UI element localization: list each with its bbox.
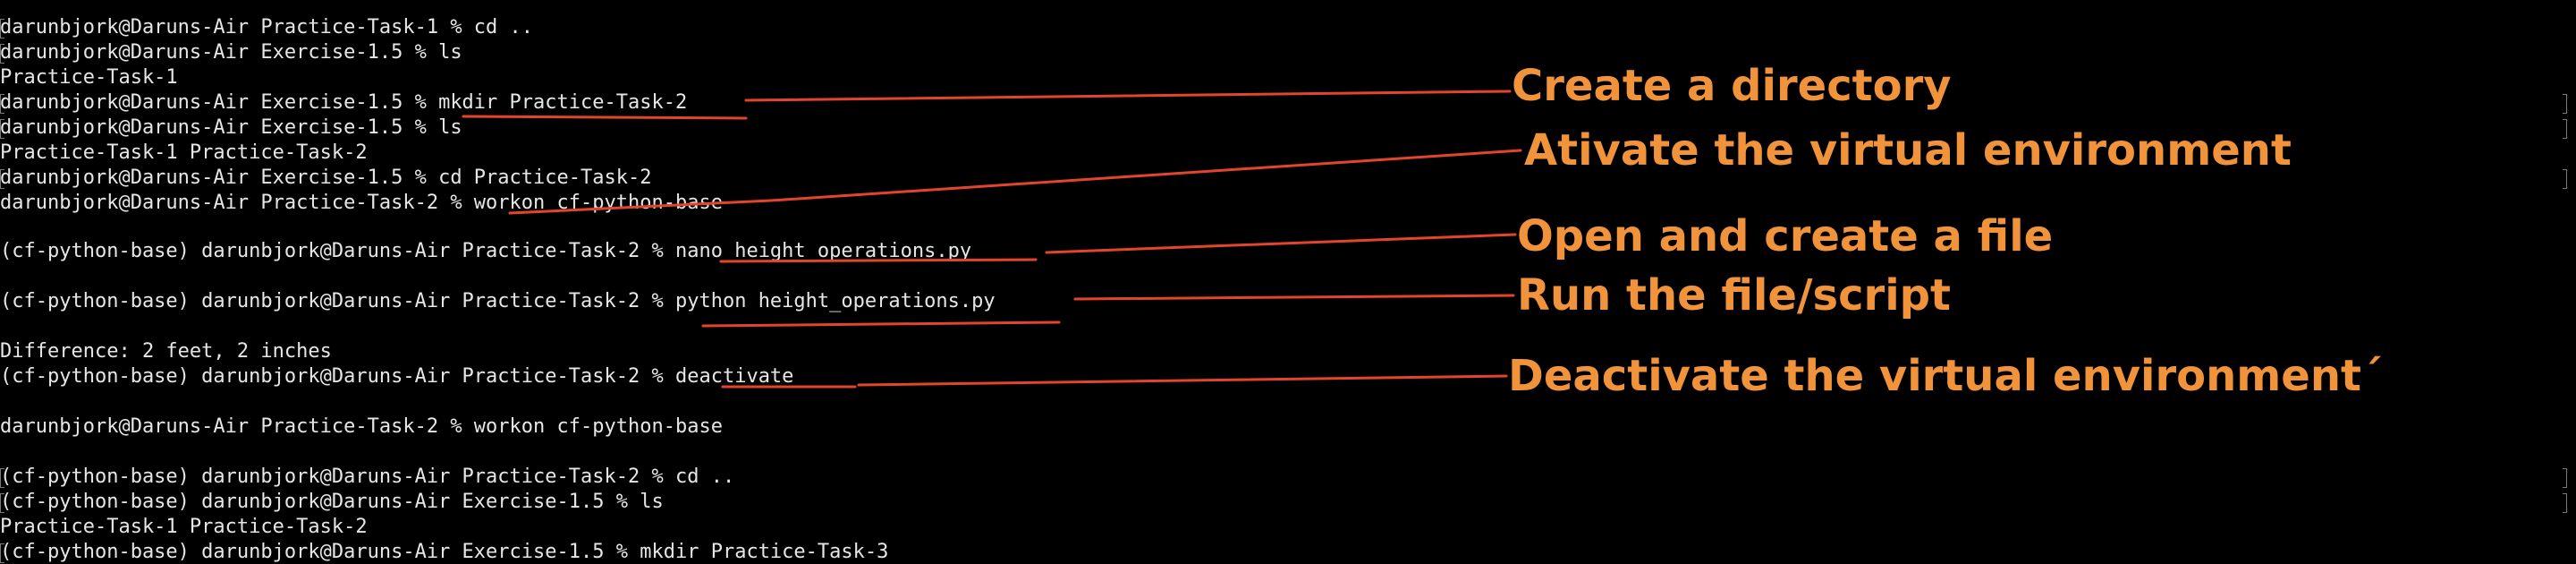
underline-python	[701, 320, 1061, 328]
underline-mkdir	[462, 115, 748, 120]
arrow-line-open-file	[1045, 233, 1517, 254]
annotation-create-directory: Create a directory	[1512, 61, 1952, 111]
underline-nano	[719, 258, 1038, 263]
annotation-deactivate-env: Deactivate the virtual environment´	[1508, 351, 2383, 401]
underline-workon	[508, 199, 773, 215]
annotation-overlay	[462, 90, 1522, 389]
arrow-line-deactivate-env	[857, 374, 1508, 387]
arrow-line-run-file	[1073, 294, 1515, 301]
arrow-line-create-directory	[744, 90, 1512, 102]
annotation-open-file: Open and create a file	[1517, 211, 2054, 261]
annotation-activate-env: Ativate the virtual environment	[1524, 125, 2292, 175]
arrow-line-activate-env	[769, 149, 1522, 202]
annotation-run-file: Run the file/script	[1517, 270, 1951, 320]
